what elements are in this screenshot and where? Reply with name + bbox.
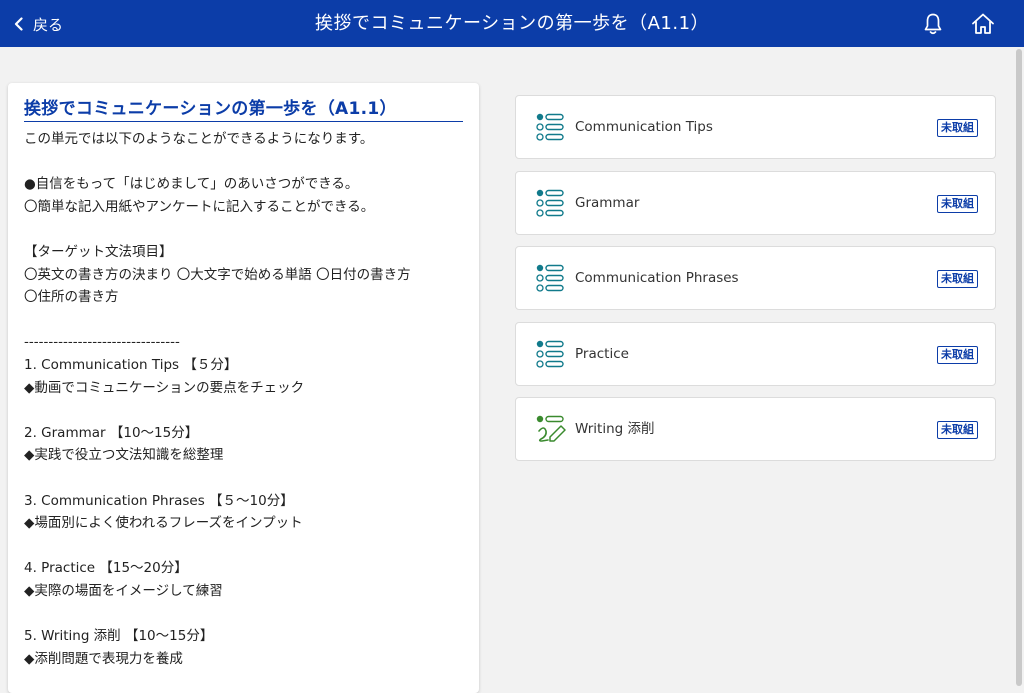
status-badge: 未取組 <box>937 119 978 137</box>
lesson-line: 5. Writing 添削 【10～15分】 <box>24 628 214 645</box>
lesson-line: 3. Communication Phrases 【５～10分】 <box>24 492 294 509</box>
lesson-line: -------------------------------- <box>24 334 180 351</box>
section-label: Communication Tips <box>575 119 713 135</box>
lesson-line: ​ <box>24 151 463 174</box>
lesson-body: この単元では以下のようなことができるようになります。 ​ ●自信をもって「はじめまし… <box>24 128 463 670</box>
page-title: 挨拶でコミュニケーションの第一歩を（A1.1） <box>314 13 710 34</box>
lesson-line: 4. Practice 【15～20分】 <box>24 560 188 577</box>
lesson-line: 2. Grammar 【10～15分】 <box>24 424 199 441</box>
section-card-writing[interactable]: Writing 添削 未取組 <box>515 397 996 461</box>
section-label: Grammar <box>575 195 640 211</box>
lesson-line: 1. Communication Tips 【５分】 <box>24 356 238 373</box>
list-icon <box>536 189 564 217</box>
lesson-line: ◆添削問題で表現力を養成 <box>24 650 183 667</box>
bell-icon[interactable] <box>920 11 946 37</box>
section-card-practice[interactable]: Practice 未取組 <box>515 322 996 386</box>
back-button[interactable]: 戻る <box>14 12 63 36</box>
lesson-line: ​ <box>24 309 463 332</box>
lesson-line: ◆場面別によく使われるフレーズをインプット <box>24 515 303 532</box>
back-label: 戻る <box>33 15 64 34</box>
lesson-line: この単元では以下のようなことができるようになります。 <box>24 131 374 147</box>
section-label: Writing 添削 <box>575 421 655 437</box>
lesson-line: 〇簡単な記入用紙やアンケートに記入することができる。 <box>24 198 375 215</box>
lesson-line: ​ <box>24 399 463 422</box>
lesson-line: ​ <box>24 602 463 625</box>
section-card-grammar[interactable]: Grammar 未取組 <box>515 171 996 235</box>
status-badge: 未取組 <box>937 195 978 213</box>
lesson-line: 〇英文の書き方の決まり 〇大文字で始める単語 〇日付の書き方 <box>24 266 411 283</box>
section-label: Practice <box>575 346 629 362</box>
pen-icon <box>536 415 566 442</box>
section-card-communication-tips[interactable]: Communication Tips 未取組 <box>515 95 996 159</box>
lesson-line: ◆実際の場面をイメージして練習 <box>24 582 223 599</box>
scrollbar-thumb[interactable] <box>1016 49 1022 686</box>
list-icon <box>536 340 564 368</box>
top-bar: 戻る 挨拶でコミュニケーションの第一歩を（A1.1） <box>0 0 1024 47</box>
status-badge: 未取組 <box>937 270 978 288</box>
lesson-line: ​ <box>24 535 463 558</box>
lesson-line: ◆実践で役立つ文法知識を総整理 <box>24 447 224 464</box>
lesson-line: ●自信をもって「はじめまして」のあいさつができる。 <box>24 176 359 193</box>
list-icon <box>536 264 564 292</box>
status-badge: 未取組 <box>937 421 978 439</box>
lesson-description-panel: 挨拶でコミュニケーションの第一歩を（A1.1） この単元では以下のようなことがで… <box>8 83 479 693</box>
lesson-title: 挨拶でコミュニケーションの第一歩を（A1.1） <box>24 94 463 122</box>
home-icon[interactable] <box>970 11 996 37</box>
section-label: Communication Phrases <box>575 270 739 286</box>
lesson-line: 【ターゲット文法項目】 <box>24 243 173 260</box>
chevron-left-icon <box>14 17 23 31</box>
lesson-line: ◆動画でコミュニケーションの要点をチェック <box>24 379 305 396</box>
lesson-line: ​ <box>24 218 463 241</box>
lesson-line: 〇住所の書き方 <box>24 289 119 306</box>
status-badge: 未取組 <box>937 346 978 364</box>
lesson-line: ​ <box>24 467 463 490</box>
section-card-communication-phrases[interactable]: Communication Phrases 未取組 <box>515 246 996 310</box>
list-icon <box>536 113 564 141</box>
